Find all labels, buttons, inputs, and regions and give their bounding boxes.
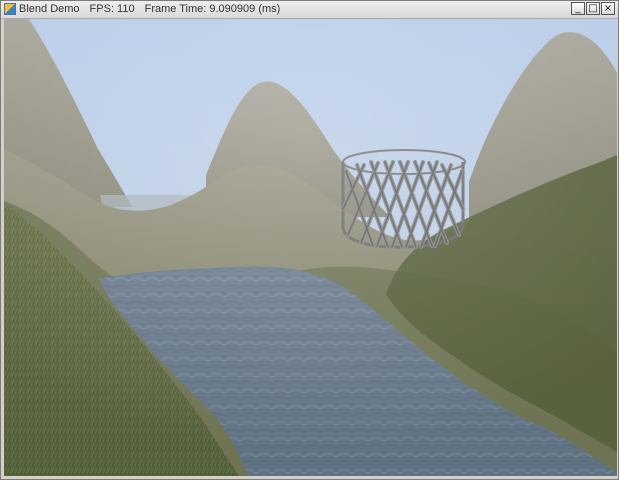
minimize-button[interactable]: _: [571, 2, 585, 15]
frame-time-label: Frame Time: 9.090909 (ms): [144, 3, 281, 15]
app-icon[interactable]: [4, 3, 16, 15]
application-window: Blend Demo FPS: 110 Frame Time: 9.090909 (…: [0, 0, 619, 480]
fog-overlay: [4, 19, 617, 476]
title-bar[interactable]: Blend Demo FPS: 110 Frame Time: 9.090909 (…: [1, 1, 618, 19]
close-icon: ×: [603, 3, 613, 14]
maximize-button[interactable]: □: [586, 2, 600, 15]
maximize-icon: □: [588, 3, 598, 14]
close-button[interactable]: ×: [601, 2, 615, 15]
minimize-icon: _: [575, 3, 581, 14]
fps-label: FPS: 110: [89, 3, 135, 15]
caption-buttons: _ □ ×: [571, 2, 615, 15]
render-viewport[interactable]: [4, 19, 617, 476]
title-text-group: Blend Demo FPS: 110 Frame Time: 9.090909 (…: [19, 2, 280, 17]
window-title: Blend Demo: [19, 3, 80, 15]
3d-scene[interactable]: [4, 19, 617, 476]
